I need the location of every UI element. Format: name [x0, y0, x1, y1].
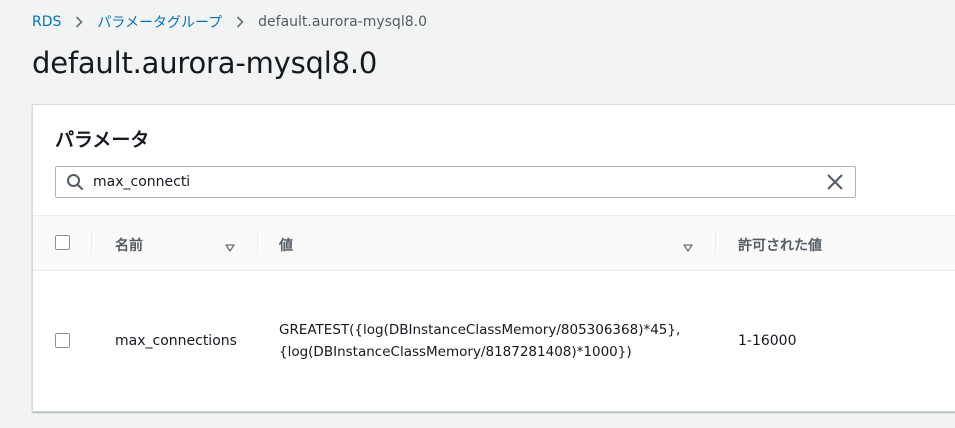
- parameter-value-line: GREATEST({log(DBInstanceClassMemory/8053…: [279, 322, 681, 338]
- select-all-checkbox[interactable]: [55, 235, 70, 250]
- breadcrumb-parameter-groups-link[interactable]: パラメータグループ: [97, 12, 222, 32]
- panel-title: パラメータ: [55, 129, 150, 151]
- search-field: [55, 166, 856, 198]
- table-row[interactable]: max_connections GREATEST({log(DBInstance…: [33, 270, 955, 410]
- chevron-right-icon: [75, 13, 84, 32]
- breadcrumb-current: default.aurora-mysql8.0: [258, 14, 427, 30]
- page-title: default.aurora-mysql8.0: [32, 46, 378, 80]
- table-header: 名前 値 許可された値: [33, 215, 955, 271]
- parameter-value-line: {log(DBInstanceClassMemory/8187281408)*1…: [279, 344, 632, 360]
- column-divider: [257, 231, 258, 255]
- search-icon: [65, 172, 85, 192]
- clear-search-icon[interactable]: [825, 172, 845, 192]
- parameter-value: GREATEST({log(DBInstanceClassMemory/8053…: [279, 319, 680, 363]
- column-header-allowed-values[interactable]: 許可された値: [738, 235, 822, 255]
- search-input[interactable]: [93, 174, 793, 190]
- breadcrumb-rds-link[interactable]: RDS: [32, 14, 61, 30]
- row-checkbox[interactable]: [55, 333, 70, 348]
- sort-down-icon[interactable]: [225, 237, 235, 252]
- allowed-values: 1-16000: [738, 333, 797, 349]
- breadcrumb: RDS パラメータグループ default.aurora-mysql8.0: [32, 12, 427, 32]
- column-divider: [715, 231, 716, 255]
- column-divider: [91, 231, 92, 255]
- column-header-value[interactable]: 値: [279, 235, 293, 255]
- chevron-right-icon: [236, 13, 244, 32]
- column-header-name[interactable]: 名前: [115, 235, 143, 255]
- parameters-panel: パラメータ 名前 値 許可された値 max_connections GREATE…: [32, 104, 955, 412]
- parameter-name: max_connections: [115, 333, 237, 349]
- sort-down-icon[interactable]: [683, 237, 693, 252]
